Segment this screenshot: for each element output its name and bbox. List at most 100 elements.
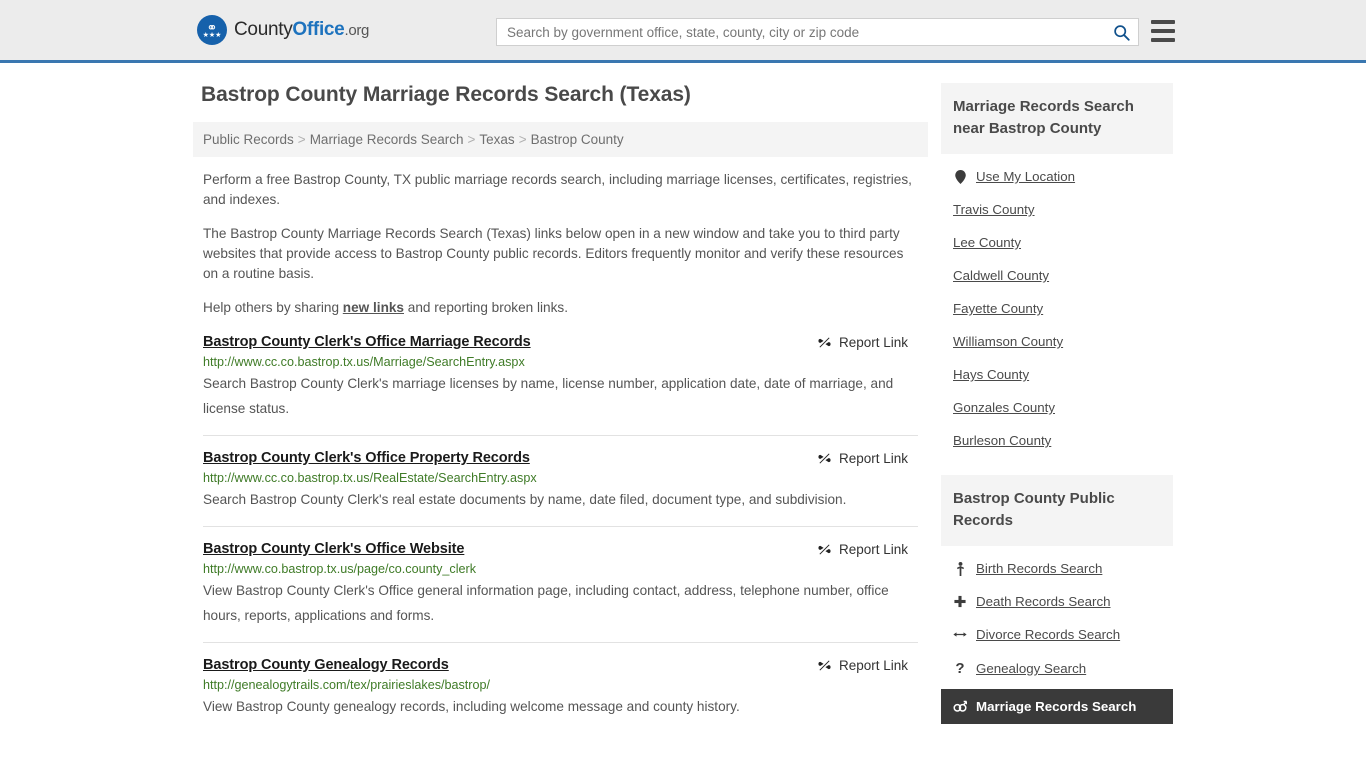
sidebar-item-use-my-location[interactable]: Use My Location [941, 160, 1173, 193]
intro-text: Perform a free Bastrop County, TX public… [193, 170, 928, 318]
split-arrows-icon [953, 629, 967, 640]
public-records-heading: Bastrop County Public Records [941, 475, 1173, 546]
report-link-button[interactable]: Report Link [817, 451, 918, 466]
result-title-link[interactable]: Bastrop County Clerk's Office Marriage R… [203, 334, 531, 350]
sidebar-item-caldwell-county[interactable]: Caldwell County [941, 259, 1173, 292]
sidebar-item-fayette-county[interactable]: Fayette County [941, 292, 1173, 325]
result-header: Bastrop County Genealogy Records Report … [203, 657, 918, 673]
result-url[interactable]: http://www.cc.co.bastrop.tx.us/Marriage/… [203, 355, 918, 369]
result-url[interactable]: http://www.cc.co.bastrop.tx.us/RealEstat… [203, 471, 918, 485]
sidebar-item-label: Genealogy Search [976, 661, 1087, 676]
result-title-link[interactable]: Bastrop County Clerk's Office Property R… [203, 450, 530, 466]
main-content: Bastrop County Marriage Records Search (… [193, 83, 928, 733]
search-input[interactable] [497, 19, 1104, 45]
report-link-label: Report Link [838, 542, 908, 557]
result-description: Search Bastrop County Clerk's marriage l… [203, 376, 894, 416]
sidebar-item-divorce-records-search[interactable]: Divorce Records Search [941, 618, 1173, 651]
sidebar-item-label: Gonzales County [953, 400, 1055, 415]
sidebar-item-label: Lee County [953, 235, 1022, 250]
site-header: ⚭ ★★★ CountyOffice.org [0, 0, 1366, 63]
nearby-county-list: Use My Location Travis County Lee County… [941, 154, 1173, 457]
logo-text-org: .org [344, 22, 370, 39]
sidebar-item-burleson-county[interactable]: Burleson County [941, 424, 1173, 457]
sidebar-item-travis-county[interactable]: Travis County [941, 193, 1173, 226]
report-link-label: Report Link [838, 451, 908, 466]
public-records-box: Bastrop County Public Records Birth Reco… [941, 475, 1173, 724]
report-link-label: Report Link [838, 658, 908, 673]
eagle-seal-icon: ⚭ ★★★ [197, 15, 227, 45]
nearby-search-box: Marriage Records Search near Bastrop Cou… [941, 83, 1173, 457]
sidebar-item-label: Caldwell County [953, 268, 1050, 283]
site-logo[interactable]: ⚭ ★★★ CountyOffice.org [197, 15, 369, 45]
broken-link-icon [818, 337, 831, 348]
breadcrumb: Public Records > Marriage Records Search > T… [193, 122, 928, 157]
nearby-search-heading: Marriage Records Search near Bastrop Cou… [941, 83, 1173, 154]
breadcrumb-item-texas[interactable]: Texas [479, 132, 514, 147]
result-header: Bastrop County Clerk's Office Website Re… [203, 541, 918, 557]
male-female-icon [953, 700, 967, 713]
result-item: Bastrop County Clerk's Office Property R… [203, 435, 918, 526]
result-url[interactable]: http://www.co.bastrop.tx.us/page/co.coun… [203, 562, 918, 576]
report-link-button[interactable]: Report Link [817, 658, 918, 673]
report-link-button[interactable]: Report Link [817, 542, 918, 557]
sidebar-item-label: Birth Records Search [976, 561, 1103, 576]
report-link-button[interactable]: Report Link [817, 335, 918, 350]
logo-text: CountyOffice.org [234, 19, 369, 41]
result-description: View Bastrop County Clerk's Office gener… [203, 583, 889, 623]
baby-icon [953, 561, 967, 576]
intro-paragraph-3: Help others by sharing new links and rep… [203, 298, 918, 318]
sidebar-item-label: Use My Location [976, 169, 1076, 184]
sidebar-item-genealogy-search[interactable]: ? Genealogy Search [941, 651, 1173, 686]
sidebar-item-label: Marriage Records Search [976, 699, 1137, 714]
intro-p3-before: Help others by sharing [203, 300, 343, 315]
result-item: Bastrop County Genealogy Records Report … [203, 642, 918, 733]
result-header: Bastrop County Clerk's Office Marriage R… [203, 334, 918, 350]
result-title-link[interactable]: Bastrop County Genealogy Records [203, 657, 449, 673]
intro-p3-after: and reporting broken links. [404, 300, 568, 315]
broken-link-icon [818, 453, 831, 464]
page-title: Bastrop County Marriage Records Search (… [201, 83, 691, 106]
result-header: Bastrop County Clerk's Office Property R… [203, 450, 918, 466]
sidebar-item-label: Williamson County [953, 334, 1064, 349]
broken-link-icon [818, 544, 831, 555]
question-mark-icon: ? [955, 660, 965, 677]
hamburger-menu-icon[interactable] [1151, 20, 1175, 42]
result-title-link[interactable]: Bastrop County Clerk's Office Website [203, 541, 464, 557]
breadcrumb-item-public-records[interactable]: Public Records [203, 132, 294, 147]
breadcrumb-item-bastrop-county[interactable]: Bastrop County [531, 132, 624, 147]
intro-paragraph-1: Perform a free Bastrop County, TX public… [203, 172, 912, 207]
search-bar[interactable] [496, 18, 1139, 46]
result-item: Bastrop County Clerk's Office Website Re… [203, 526, 918, 642]
sidebar-item-label: Burleson County [953, 433, 1052, 448]
sidebar-item-marriage-records-search[interactable]: Marriage Records Search [941, 689, 1173, 724]
breadcrumb-separator: > [518, 132, 527, 147]
sidebar-item-label: Travis County [953, 202, 1035, 217]
logo-text-county: County [234, 19, 293, 40]
result-description: Search Bastrop County Clerk's real estat… [203, 492, 847, 507]
public-records-list: Birth Records Search Death Records Searc… [941, 546, 1173, 724]
sidebar-item-label: Hays County [953, 367, 1030, 382]
result-list: Bastrop County Clerk's Office Marriage R… [193, 332, 928, 733]
search-button[interactable] [1104, 19, 1138, 45]
sidebar-item-gonzales-county[interactable]: Gonzales County [941, 391, 1173, 424]
sidebar-item-williamson-county[interactable]: Williamson County [941, 325, 1173, 358]
broken-link-icon [818, 660, 831, 671]
cross-icon [953, 595, 967, 608]
sidebar-item-hays-county[interactable]: Hays County [941, 358, 1173, 391]
new-links-link[interactable]: new links [343, 300, 404, 315]
sidebar-item-label: Divorce Records Search [976, 627, 1121, 642]
map-pin-icon [953, 169, 967, 184]
breadcrumb-separator: > [297, 132, 306, 147]
sidebar-item-lee-county[interactable]: Lee County [941, 226, 1173, 259]
search-icon [1113, 24, 1130, 41]
logo-text-office: Office [292, 19, 345, 40]
sidebar-item-death-records-search[interactable]: Death Records Search [941, 585, 1173, 618]
intro-paragraph-2: The Bastrop County Marriage Records Sear… [203, 226, 904, 281]
sidebar-item-birth-records-search[interactable]: Birth Records Search [941, 552, 1173, 585]
sidebar-item-label: Fayette County [953, 301, 1044, 316]
sidebar-item-label: Death Records Search [976, 594, 1111, 609]
result-url[interactable]: http://genealogytrails.com/tex/prairiesl… [203, 678, 918, 692]
report-link-label: Report Link [838, 335, 908, 350]
sidebar: Marriage Records Search near Bastrop Cou… [941, 83, 1173, 742]
breadcrumb-item-marriage-records-search[interactable]: Marriage Records Search [310, 132, 464, 147]
